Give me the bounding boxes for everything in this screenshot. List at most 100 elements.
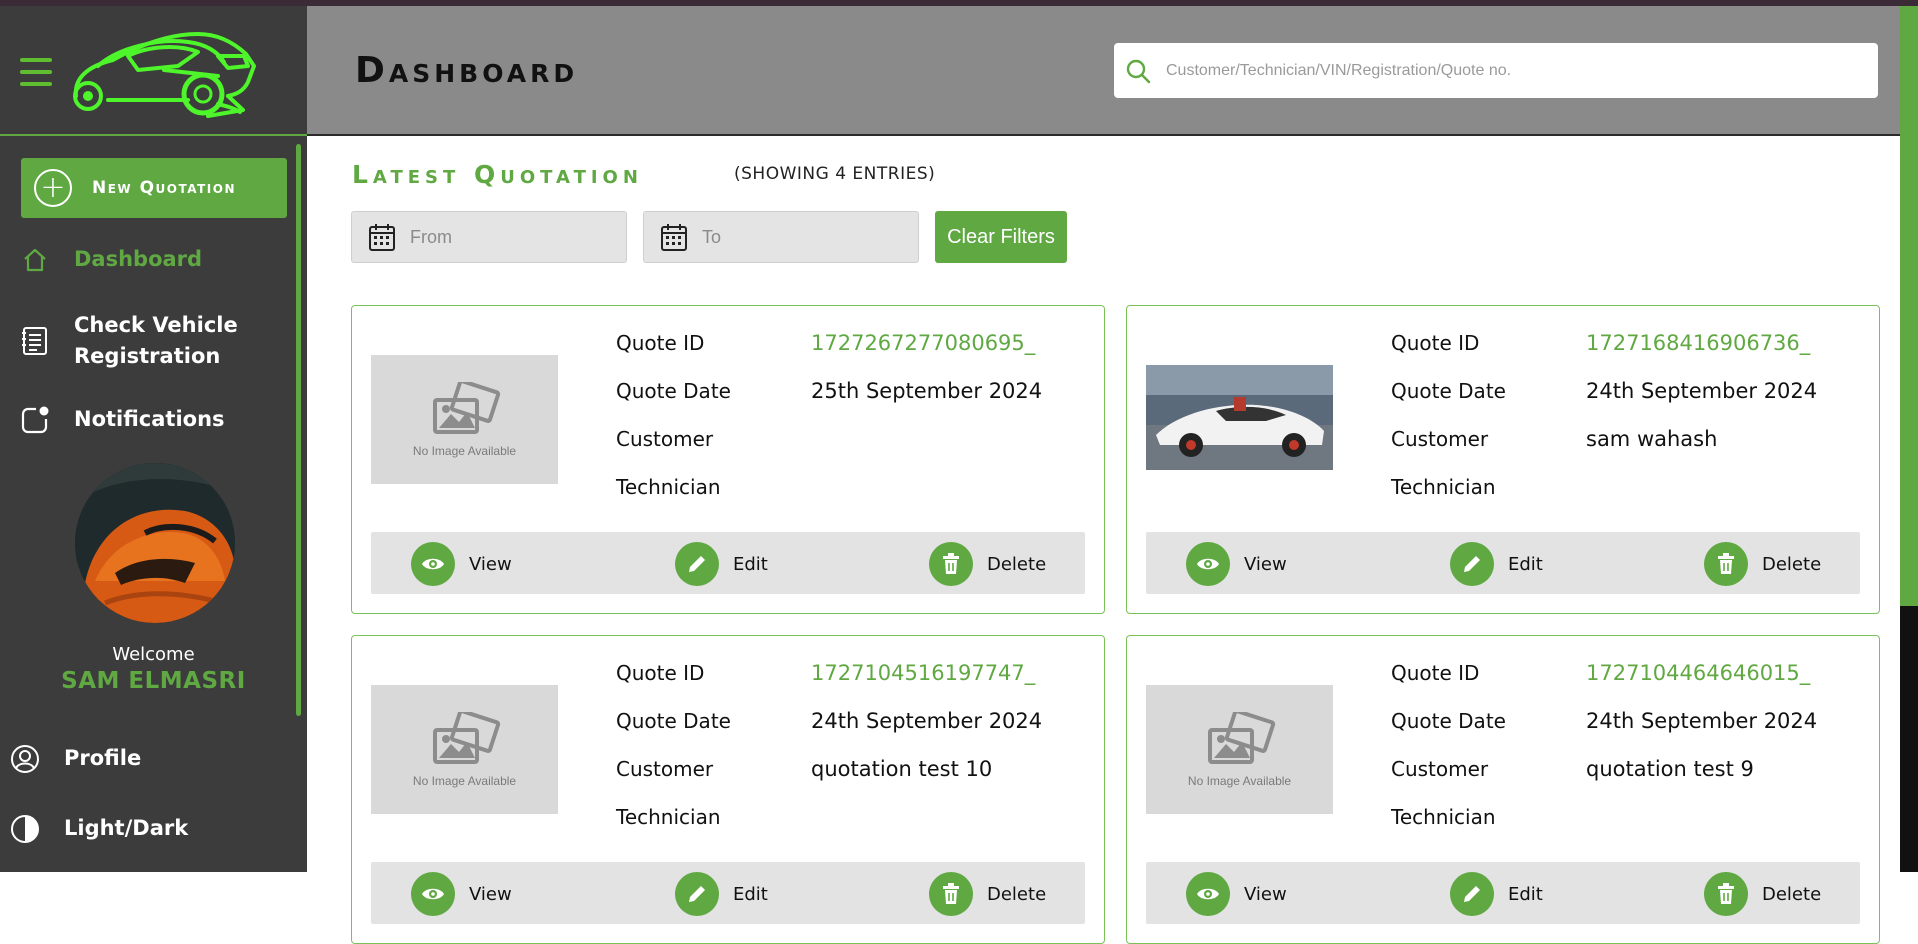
customer-label: Customer	[616, 757, 714, 781]
edit-label: Edit	[1508, 553, 1543, 575]
quote-id-value: 1727104464646015_	[1586, 661, 1811, 685]
clear-filters-button[interactable]: Clear Filters	[935, 211, 1067, 263]
edit-button[interactable]: Edit	[1450, 872, 1543, 916]
trash-icon	[929, 872, 973, 916]
vehicle-thumbnail[interactable]: No Image Available	[371, 355, 558, 484]
delete-label: Delete	[987, 553, 1047, 575]
quote-id-value: 1727104516197747_	[811, 661, 1036, 685]
sidebar-item-profile[interactable]: Profile	[10, 743, 141, 774]
edit-button[interactable]: Edit	[675, 872, 768, 916]
eye-icon	[1186, 542, 1230, 586]
technician-label: Technician	[616, 475, 721, 499]
technician-label: Technician	[1391, 475, 1496, 499]
quote-id-label: Quote ID	[1391, 331, 1480, 355]
quotation-card: No Image Available Quote ID 172710451619…	[351, 635, 1105, 944]
sidebar-item-label: Notifications	[74, 407, 225, 431]
view-label: View	[1244, 553, 1287, 575]
quote-date-label: Quote Date	[1391, 709, 1506, 733]
vehicle-thumbnail[interactable]: No Image Available	[371, 685, 558, 814]
trash-icon	[1704, 872, 1748, 916]
plus-icon: +	[34, 169, 72, 207]
quote-date-value: 24th September 2024	[1586, 379, 1818, 403]
from-date-field[interactable]	[351, 211, 627, 263]
new-quotation-button[interactable]: + New Quotation	[21, 158, 287, 218]
eye-icon	[411, 872, 455, 916]
image-placeholder-icon	[432, 711, 500, 764]
quote-date-label: Quote Date	[1391, 379, 1506, 403]
customer-label: Customer	[1391, 427, 1489, 451]
no-image-text: No Image Available	[412, 773, 517, 788]
vehicle-thumbnail[interactable]: No Image Available	[1146, 685, 1333, 814]
trash-icon	[929, 542, 973, 586]
card-actions: View Edit Delete	[371, 862, 1085, 924]
quote-id-value: 1727267277080695_	[811, 331, 1036, 355]
view-button[interactable]: View	[411, 542, 512, 586]
new-quotation-label: New Quotation	[92, 178, 236, 198]
pencil-icon	[1450, 542, 1494, 586]
image-placeholder-icon	[1207, 711, 1275, 764]
pencil-icon	[675, 872, 719, 916]
delete-label: Delete	[1762, 883, 1822, 905]
welcome-text: Welcome	[112, 644, 195, 665]
customer-value: sam wahash	[1586, 427, 1718, 451]
edit-button[interactable]: Edit	[675, 542, 768, 586]
vehicle-thumbnail[interactable]	[1146, 365, 1333, 470]
eye-icon	[411, 542, 455, 586]
quotation-card: No Image Available Quote ID 172726727708…	[351, 305, 1105, 614]
sidebar-item-label: Check Vehicle Registration	[74, 313, 238, 368]
no-image-text: No Image Available	[1187, 773, 1292, 788]
user-name: SAM ELMASRI	[61, 668, 246, 694]
view-button[interactable]: View	[411, 872, 512, 916]
technician-label: Technician	[1391, 805, 1496, 829]
avatar[interactable]	[75, 463, 235, 623]
card-actions: View Edit Delete	[1146, 532, 1860, 594]
view-label: View	[1244, 883, 1287, 905]
sidebar-header	[0, 6, 307, 136]
view-button[interactable]: View	[1186, 872, 1287, 916]
sidebar-item-light-dark[interactable]: Light/Dark	[10, 813, 188, 844]
search-bar[interactable]	[1114, 43, 1878, 98]
quote-date-value: 24th September 2024	[811, 709, 1043, 733]
delete-button[interactable]: Delete	[929, 542, 1046, 586]
trash-icon	[1704, 542, 1748, 586]
car-logo-icon[interactable]	[68, 26, 258, 126]
header: Dashboard	[307, 6, 1900, 136]
sidebar-scrollbar[interactable]	[296, 144, 301, 716]
quote-id-label: Quote ID	[616, 661, 705, 685]
no-image-text: No Image Available	[412, 443, 517, 458]
card-actions: View Edit Delete	[1146, 862, 1860, 924]
sidebar: + New Quotation Dashboard Check Vehicle …	[0, 6, 307, 872]
sidebar-item-dashboard[interactable]: Dashboard	[20, 244, 202, 275]
quote-id-value: 1727168416906736_	[1586, 331, 1811, 355]
quotation-card: No Image Available Quote ID 172710446464…	[1126, 635, 1880, 944]
from-date-input[interactable]	[410, 226, 590, 248]
view-button[interactable]: View	[1186, 542, 1287, 586]
customer-value: quotation test 10	[811, 757, 993, 781]
sidebar-item-label: Dashboard	[74, 247, 203, 271]
menu-icon[interactable]	[20, 58, 52, 86]
edit-label: Edit	[1508, 883, 1543, 905]
page-scrollbar-end	[1900, 606, 1918, 872]
document-list-icon	[20, 326, 50, 356]
edit-button[interactable]: Edit	[1450, 542, 1543, 586]
delete-button[interactable]: Delete	[1704, 872, 1821, 916]
search-input[interactable]	[1166, 61, 1878, 80]
sidebar-item-check-vehicle-registration[interactable]: Check Vehicle Registration	[20, 310, 238, 372]
edit-label: Edit	[733, 553, 768, 575]
delete-button[interactable]: Delete	[929, 872, 1046, 916]
vehicle-photo	[1146, 365, 1333, 470]
edit-label: Edit	[733, 883, 768, 905]
card-actions: View Edit Delete	[371, 532, 1085, 594]
pencil-icon	[675, 542, 719, 586]
to-date-input[interactable]	[702, 226, 882, 248]
section-title: Latest Quotation	[352, 160, 643, 189]
delete-button[interactable]: Delete	[1704, 542, 1821, 586]
search-icon	[1126, 59, 1151, 83]
delete-label: Delete	[987, 883, 1047, 905]
sidebar-item-notifications[interactable]: Notifications	[20, 404, 225, 435]
page-scrollbar-track[interactable]	[1900, 6, 1918, 606]
to-date-field[interactable]	[643, 211, 919, 263]
quote-date-value: 25th September 2024	[811, 379, 1043, 403]
user-circle-icon	[10, 744, 40, 774]
view-label: View	[469, 883, 512, 905]
